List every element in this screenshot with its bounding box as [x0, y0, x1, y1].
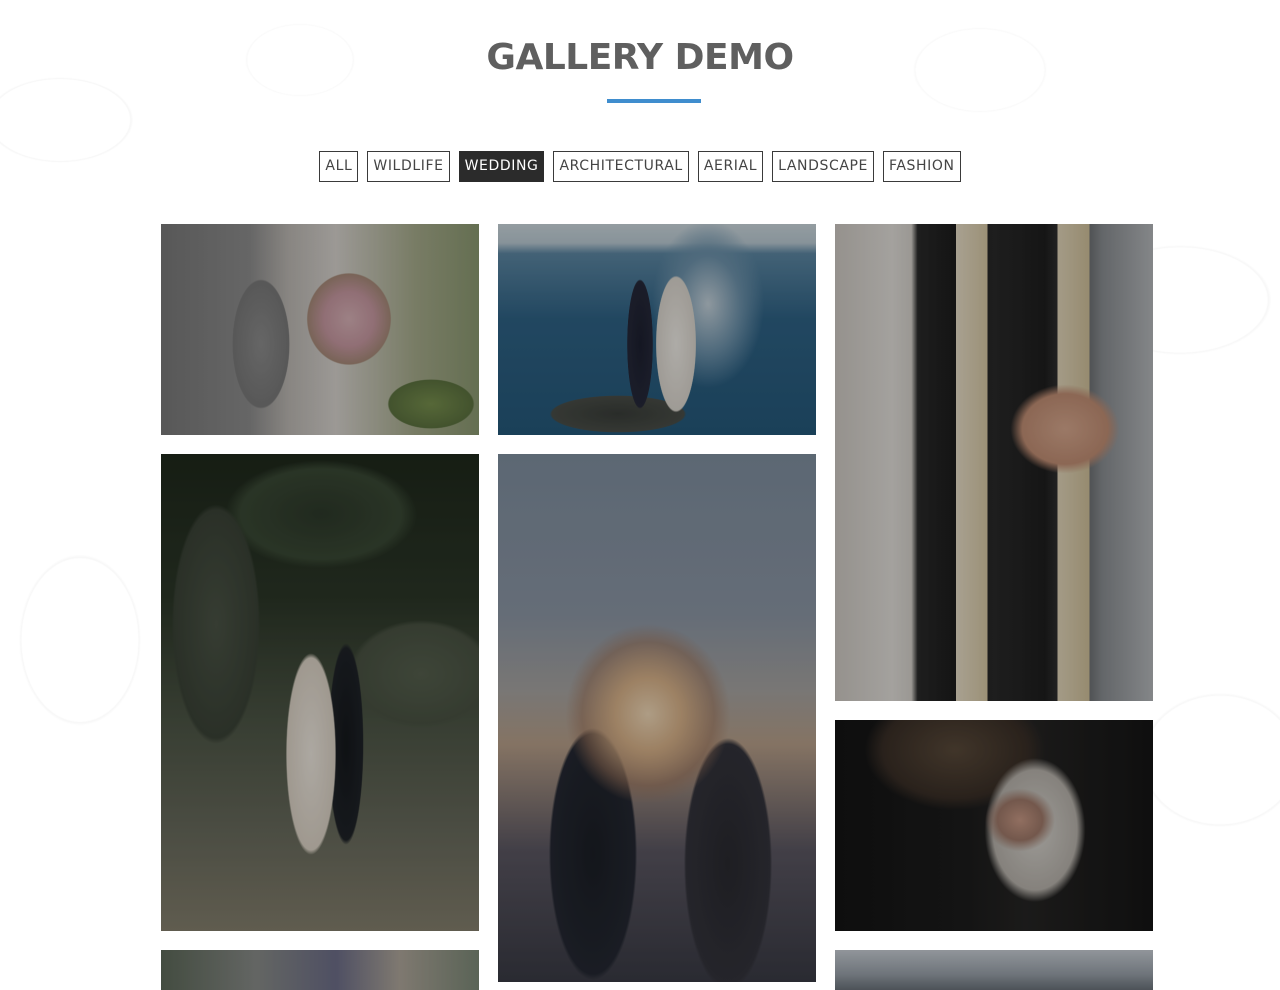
- gallery-item-bride-bouquet[interactable]: [835, 720, 1153, 931]
- page-title: GALLERY DEMO: [486, 37, 794, 78]
- filter-bar: ALL WILDLIFE WEDDING ARCHITECTURAL AERIA…: [0, 151, 1280, 182]
- gallery-item-couple-by-sea[interactable]: [498, 224, 816, 435]
- filter-fashion-button[interactable]: FASHION: [883, 151, 961, 182]
- gallery-item-bouquet-closeup[interactable]: [161, 224, 479, 435]
- gallery-item-sky-partial[interactable]: [835, 950, 1153, 990]
- filter-wildlife-button[interactable]: WILDLIFE: [367, 151, 450, 182]
- title-underline: [607, 99, 701, 103]
- filter-landscape-button[interactable]: LANDSCAPE: [772, 151, 874, 182]
- filter-wedding-button[interactable]: WEDDING: [458, 151, 545, 182]
- filter-aerial-button[interactable]: AERIAL: [697, 151, 764, 182]
- gallery-item-couple-with-veil[interactable]: [498, 454, 816, 982]
- hands-detail: [1010, 384, 1120, 474]
- filter-all-button[interactable]: ALL: [319, 151, 359, 182]
- filter-architectural-button[interactable]: ARCHITECTURAL: [553, 151, 689, 182]
- gallery-item-flowers-partial[interactable]: [161, 950, 479, 990]
- gallery-item-couple-among-rocks[interactable]: [161, 454, 479, 931]
- gallery-item-holding-hands[interactable]: [835, 224, 1153, 701]
